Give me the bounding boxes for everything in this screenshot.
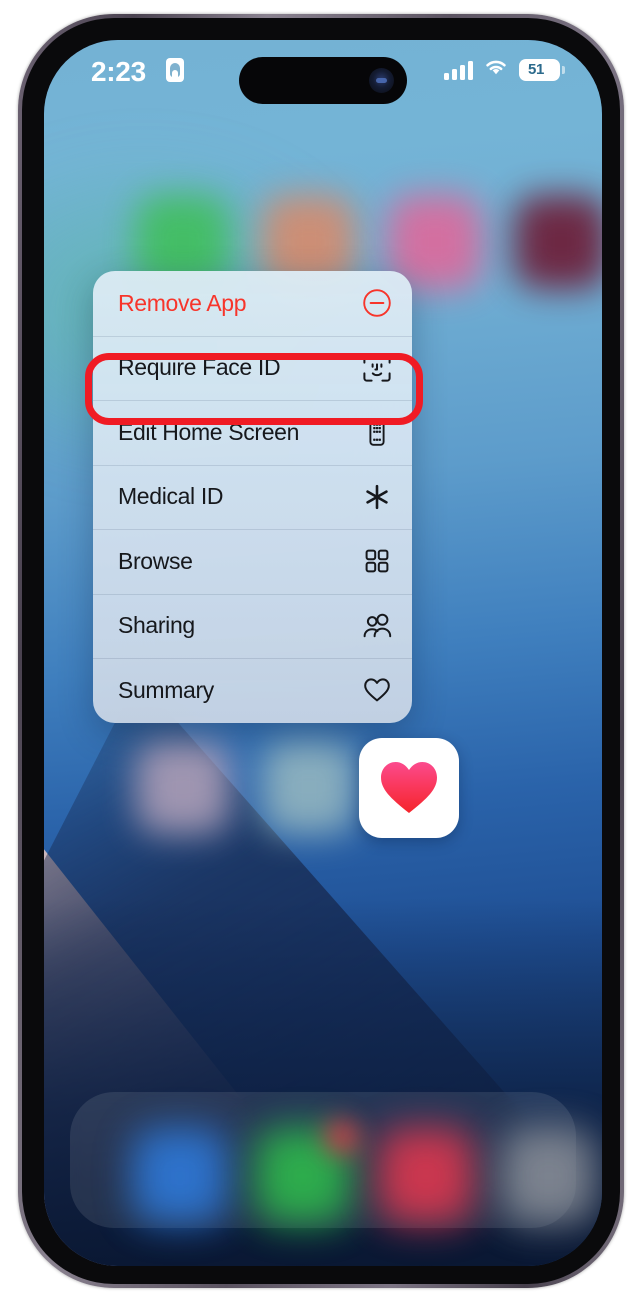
blurred-dock-music xyxy=(378,1128,474,1224)
menu-item-label: Medical ID xyxy=(118,483,224,510)
front-camera-icon xyxy=(369,68,394,93)
blurred-app-mixed-2 xyxy=(262,740,356,834)
blurred-app-maroon xyxy=(514,195,602,289)
battery-level-label: 51 xyxy=(528,61,544,78)
id-card-icon xyxy=(166,58,184,82)
heart-outline-icon xyxy=(362,675,392,705)
menu-item-label: Browse xyxy=(118,547,193,574)
phone-frame: 2:23 51 Remove App Require Face ID Edit … xyxy=(18,14,624,1288)
face-id-icon xyxy=(362,353,392,383)
menu-item-edit-home-screen[interactable]: Edit Home Screen xyxy=(93,400,412,465)
blurred-dock-phone xyxy=(132,1128,228,1224)
menu-item-sharing[interactable]: Sharing xyxy=(93,593,412,659)
two-people-icon xyxy=(362,611,392,641)
dynamic-island[interactable] xyxy=(239,57,407,104)
menu-item-browse[interactable]: Browse xyxy=(93,529,412,594)
edit-home-icon xyxy=(362,417,392,447)
menu-item-label: Summary xyxy=(118,676,214,703)
menu-item-remove-app[interactable]: Remove App xyxy=(93,271,412,336)
grid-icon xyxy=(362,546,392,576)
minus-circle-icon xyxy=(362,288,392,318)
blurred-dock-settings xyxy=(501,1128,597,1224)
phone-screen[interactable]: 2:23 51 Remove App Require Face ID Edit … xyxy=(44,40,602,1266)
signal-bars-icon xyxy=(444,60,473,80)
heart-icon xyxy=(381,762,437,813)
menu-item-summary[interactable]: Summary xyxy=(93,658,412,723)
status-time: 2:23 xyxy=(91,56,146,87)
wifi-icon xyxy=(483,57,509,82)
medical-asterisk-icon xyxy=(362,482,392,512)
menu-item-label: Edit Home Screen xyxy=(118,418,300,445)
blurred-notification-badge xyxy=(325,1120,359,1154)
phone-bezel: 2:23 51 Remove App Require Face ID Edit … xyxy=(22,18,620,1284)
menu-item-medical-id[interactable]: Medical ID xyxy=(93,464,412,530)
status-right-cluster: 51 xyxy=(444,57,565,82)
battery-icon: 51 xyxy=(519,58,565,81)
app-context-menu[interactable]: Remove App Require Face ID Edit Home Scree… xyxy=(93,271,412,723)
menu-item-label: Sharing xyxy=(118,612,195,639)
blurred-app-mixed-1 xyxy=(136,740,230,834)
app-icon-health[interactable] xyxy=(359,738,459,838)
menu-item-label: Require Face ID xyxy=(118,354,281,381)
menu-item-require-face-id[interactable]: Require Face ID xyxy=(93,335,412,401)
menu-item-label: Remove App xyxy=(118,289,247,316)
